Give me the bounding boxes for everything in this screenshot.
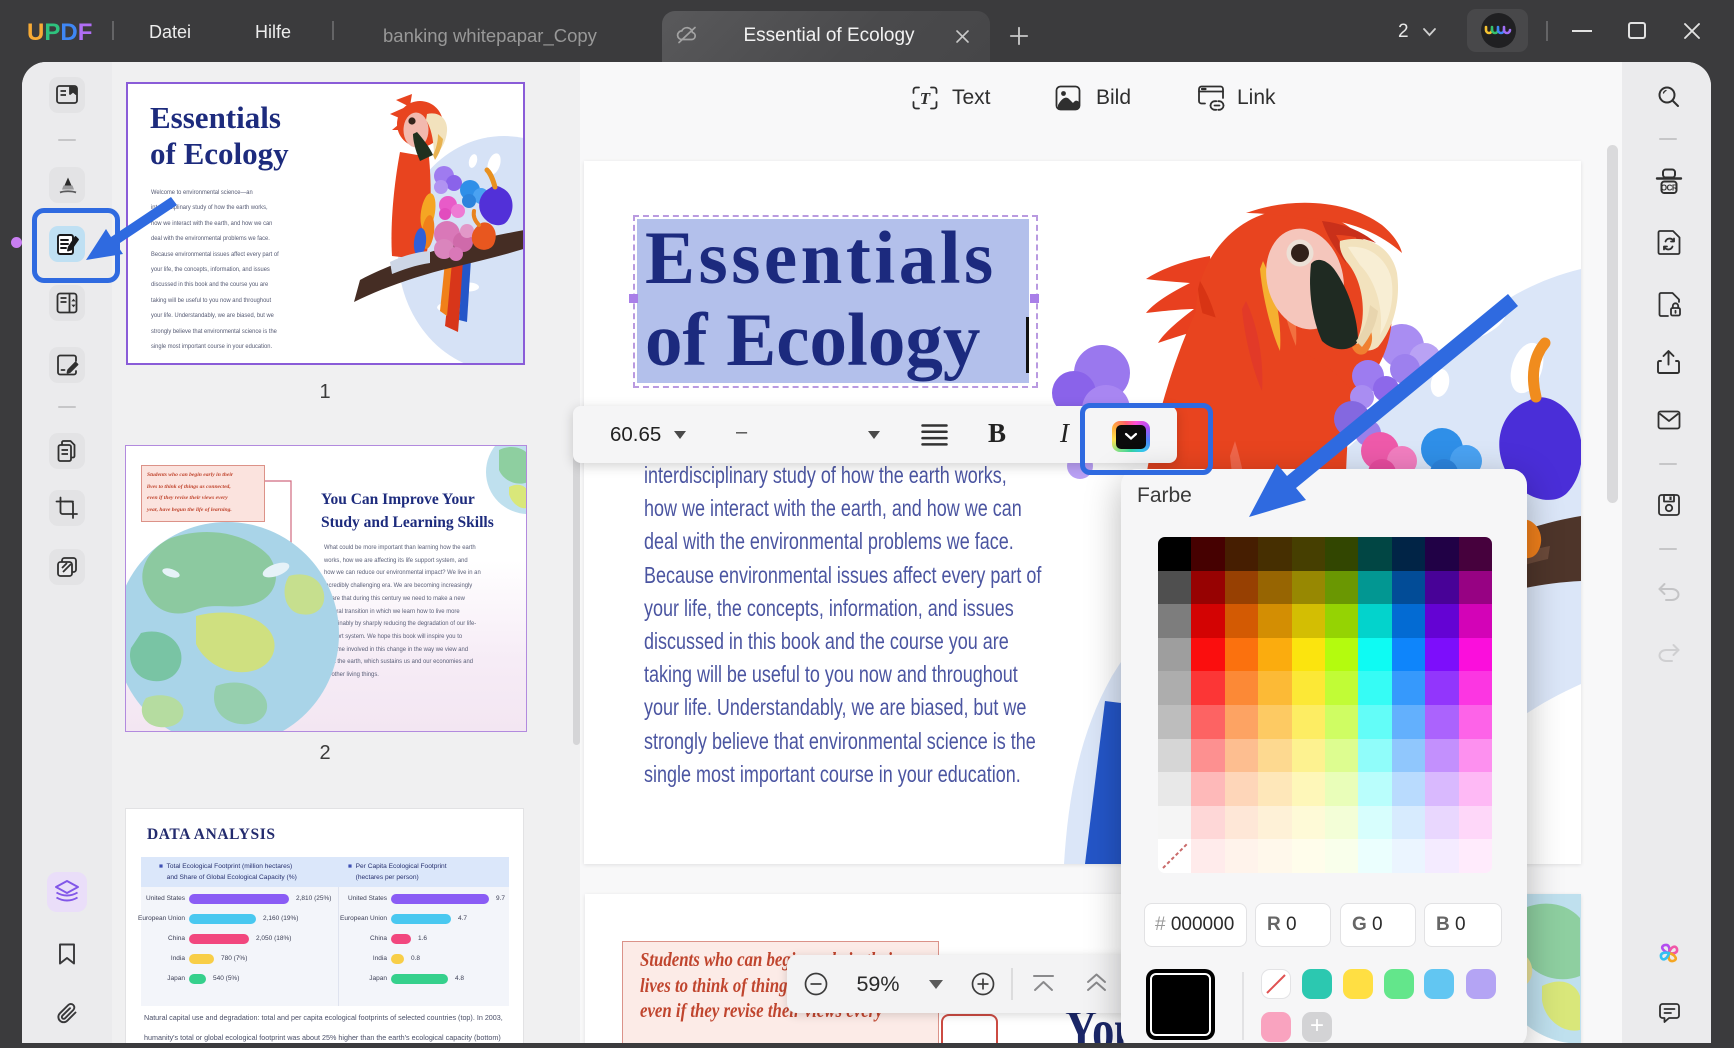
svg-text:T: T	[920, 89, 931, 108]
svg-text:OCR: OCR	[1661, 184, 1678, 193]
